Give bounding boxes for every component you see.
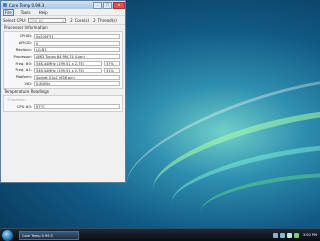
- temperature-group: TCaseMax: - CPU #0: 97°C: [3, 95, 123, 113]
- speaker-icon[interactable]: [286, 232, 292, 238]
- start-button[interactable]: [2, 229, 13, 241]
- core-load-percent: 37%: [104, 61, 120, 67]
- info-label: Freq. #0:: [15, 61, 33, 66]
- cores-count: 2: [70, 17, 73, 23]
- core-temp-window: Core Temp 0.99.3 – □ ✕ File Tools Help S…: [0, 0, 126, 183]
- close-button[interactable]: ✕: [113, 2, 125, 9]
- wallpaper-swoosh: [112, 50, 320, 233]
- info-row: Freq. #1: 548.44MHz (199.51 x 2.75) 31%: [6, 67, 120, 74]
- window-controls: – □ ✕: [92, 2, 125, 9]
- info-row: VID: 0.8000v: [6, 81, 120, 88]
- menu-bar: File Tools Help: [1, 8, 125, 16]
- info-value: 0.8000v: [34, 81, 120, 87]
- info-value: Socket S1g2 (638 pin): [34, 74, 120, 80]
- info-value: 548.44MHz (199.51 x 2.75): [34, 67, 102, 73]
- info-label: Freq. #1:: [15, 68, 33, 73]
- power-icon[interactable]: [293, 232, 299, 238]
- taskbar: Core Temp 0.99.3 3:00 PM: [0, 228, 320, 241]
- threads-label: Thread(s): [97, 17, 117, 23]
- temp-value: 97°C: [34, 104, 120, 110]
- select-cpu-label: Select CPU:: [3, 17, 27, 23]
- processor-info-group: CPUID: 0x200F31 APICID: 0 Revision: LG-B…: [3, 31, 123, 90]
- info-row: Freq. #0: 548.44MHz (199.51 x 2.75) 37%: [6, 60, 120, 67]
- cores-label: Core(s): [74, 17, 90, 23]
- network-icon[interactable]: [279, 232, 285, 238]
- info-value: 548.44MHz (199.51 x 2.75): [34, 61, 102, 67]
- clock[interactable]: 3:00 PM: [303, 233, 317, 237]
- info-row: Revision: LG-B1: [6, 47, 120, 54]
- info-value: AMD Turion 64 RM-74 (Lion): [34, 54, 120, 60]
- minimize-button[interactable]: –: [93, 2, 102, 9]
- system-tray: 3:00 PM: [272, 232, 320, 238]
- info-row: Platform: Socket S1g2 (638 pin): [6, 74, 120, 81]
- info-value: 0: [34, 40, 120, 46]
- info-label: Platform:: [15, 75, 32, 80]
- info-label: VID:: [24, 81, 33, 86]
- threads-count: 2: [93, 17, 96, 23]
- info-value: 0x200F31: [34, 33, 120, 39]
- info-row: CPUID: 0x200F31: [6, 33, 120, 40]
- cpu-select[interactable]: CPU #0 ▾: [28, 17, 67, 23]
- window-titlebar[interactable]: Core Temp 0.99.3 – □ ✕: [1, 1, 125, 9]
- chevron-down-icon: ▾: [62, 18, 64, 23]
- temp-row: CPU #0: 97°C: [6, 103, 120, 110]
- menu-file[interactable]: File: [3, 8, 14, 16]
- info-row: APICID: 0: [6, 40, 120, 47]
- cpu-select-value: CPU #0: [30, 18, 44, 23]
- core-load-percent: 31%: [104, 67, 120, 73]
- window-title: Core Temp 0.99.3: [9, 2, 45, 8]
- info-label: APICID:: [18, 41, 32, 46]
- info-label: Revision:: [15, 47, 32, 52]
- temp-label: CPU #0:: [17, 104, 32, 109]
- wallpaper-swoosh: [144, 89, 320, 227]
- menu-help[interactable]: Help: [38, 10, 49, 15]
- wallpaper-swoosh: [166, 129, 320, 236]
- info-row: Processor: AMD Turion 64 RM-74 (Lion): [6, 53, 120, 60]
- taskbar-item-core-temp[interactable]: Core Temp 0.99.3: [19, 230, 79, 240]
- menu-tools[interactable]: Tools: [20, 10, 32, 15]
- maximize-button[interactable]: □: [103, 2, 112, 9]
- app-icon: [3, 3, 7, 7]
- info-label: Processor:: [13, 54, 32, 59]
- info-value: LG-B1: [34, 47, 120, 53]
- info-label: CPUID:: [19, 34, 32, 39]
- cpu-toolbar: Select CPU: CPU #0 ▾ 2 Core(s) 2 Thread(…: [1, 16, 125, 25]
- tray-app-icon[interactable]: [272, 232, 278, 238]
